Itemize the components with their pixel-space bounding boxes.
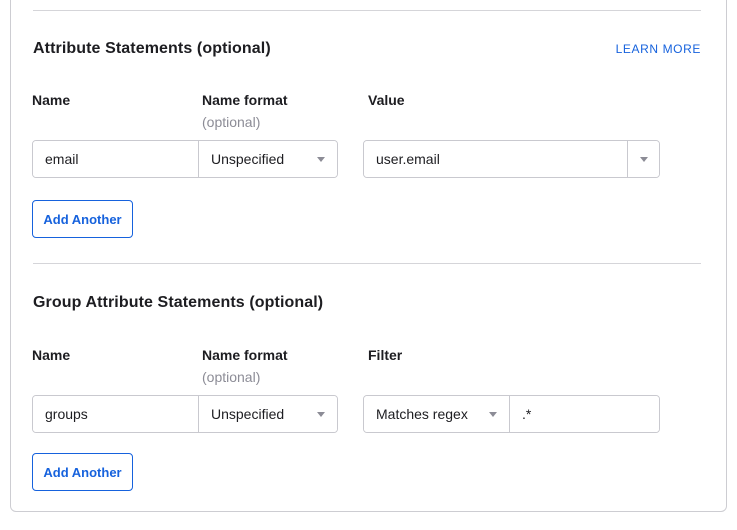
group-attribute-statements-title: Group Attribute Statements (optional) <box>33 294 323 312</box>
group-filter-type-selected-value: Matches regex <box>376 406 468 422</box>
attr-value-group: user.email <box>363 140 660 178</box>
attr-value-column-label: Value <box>368 92 405 108</box>
group-name-format-column-label: Name format <box>202 347 288 363</box>
attr-name-and-format-group: email Unspecified <box>32 140 338 178</box>
attr-name-format-select[interactable]: Unspecified <box>198 141 337 177</box>
group-filter-column-label: Filter <box>368 347 402 363</box>
group-name-input[interactable]: groups <box>33 396 198 432</box>
group-name-format-select[interactable]: Unspecified <box>198 396 337 432</box>
saml-settings-page: Attribute Statements (optional) LEARN MO… <box>0 0 737 530</box>
attr-name-format-column-label: Name format <box>202 92 288 108</box>
learn-more-link[interactable]: LEARN MORE <box>616 42 701 56</box>
group-name-format-selected-value: Unspecified <box>211 406 284 422</box>
group-filter-type-select[interactable]: Matches regex <box>364 396 509 432</box>
group-add-another-button[interactable]: Add Another <box>32 453 133 491</box>
attr-add-another-button[interactable]: Add Another <box>32 200 133 238</box>
dropdown-caret-icon <box>317 412 325 417</box>
group-filter-group: Matches regex .* <box>363 395 660 433</box>
dropdown-caret-icon <box>640 157 648 162</box>
group-name-format-optional-note: (optional) <box>202 369 260 385</box>
dropdown-caret-icon <box>489 412 497 417</box>
attr-value-expression-dropdown-button[interactable] <box>627 141 659 177</box>
attr-name-input[interactable]: email <box>33 141 198 177</box>
attribute-statements-title: Attribute Statements (optional) <box>33 40 271 58</box>
attr-name-format-selected-value: Unspecified <box>211 151 284 167</box>
group-filter-value-input[interactable]: .* <box>509 396 659 432</box>
attr-value-input[interactable]: user.email <box>364 141 627 177</box>
attr-name-column-label: Name <box>32 92 70 108</box>
attr-name-format-optional-note: (optional) <box>202 114 260 130</box>
attribute-statements-card <box>10 0 727 512</box>
section-divider-top <box>33 10 701 11</box>
group-name-and-format-group: groups Unspecified <box>32 395 338 433</box>
group-name-column-label: Name <box>32 347 70 363</box>
dropdown-caret-icon <box>317 157 325 162</box>
section-divider-middle <box>33 263 701 264</box>
